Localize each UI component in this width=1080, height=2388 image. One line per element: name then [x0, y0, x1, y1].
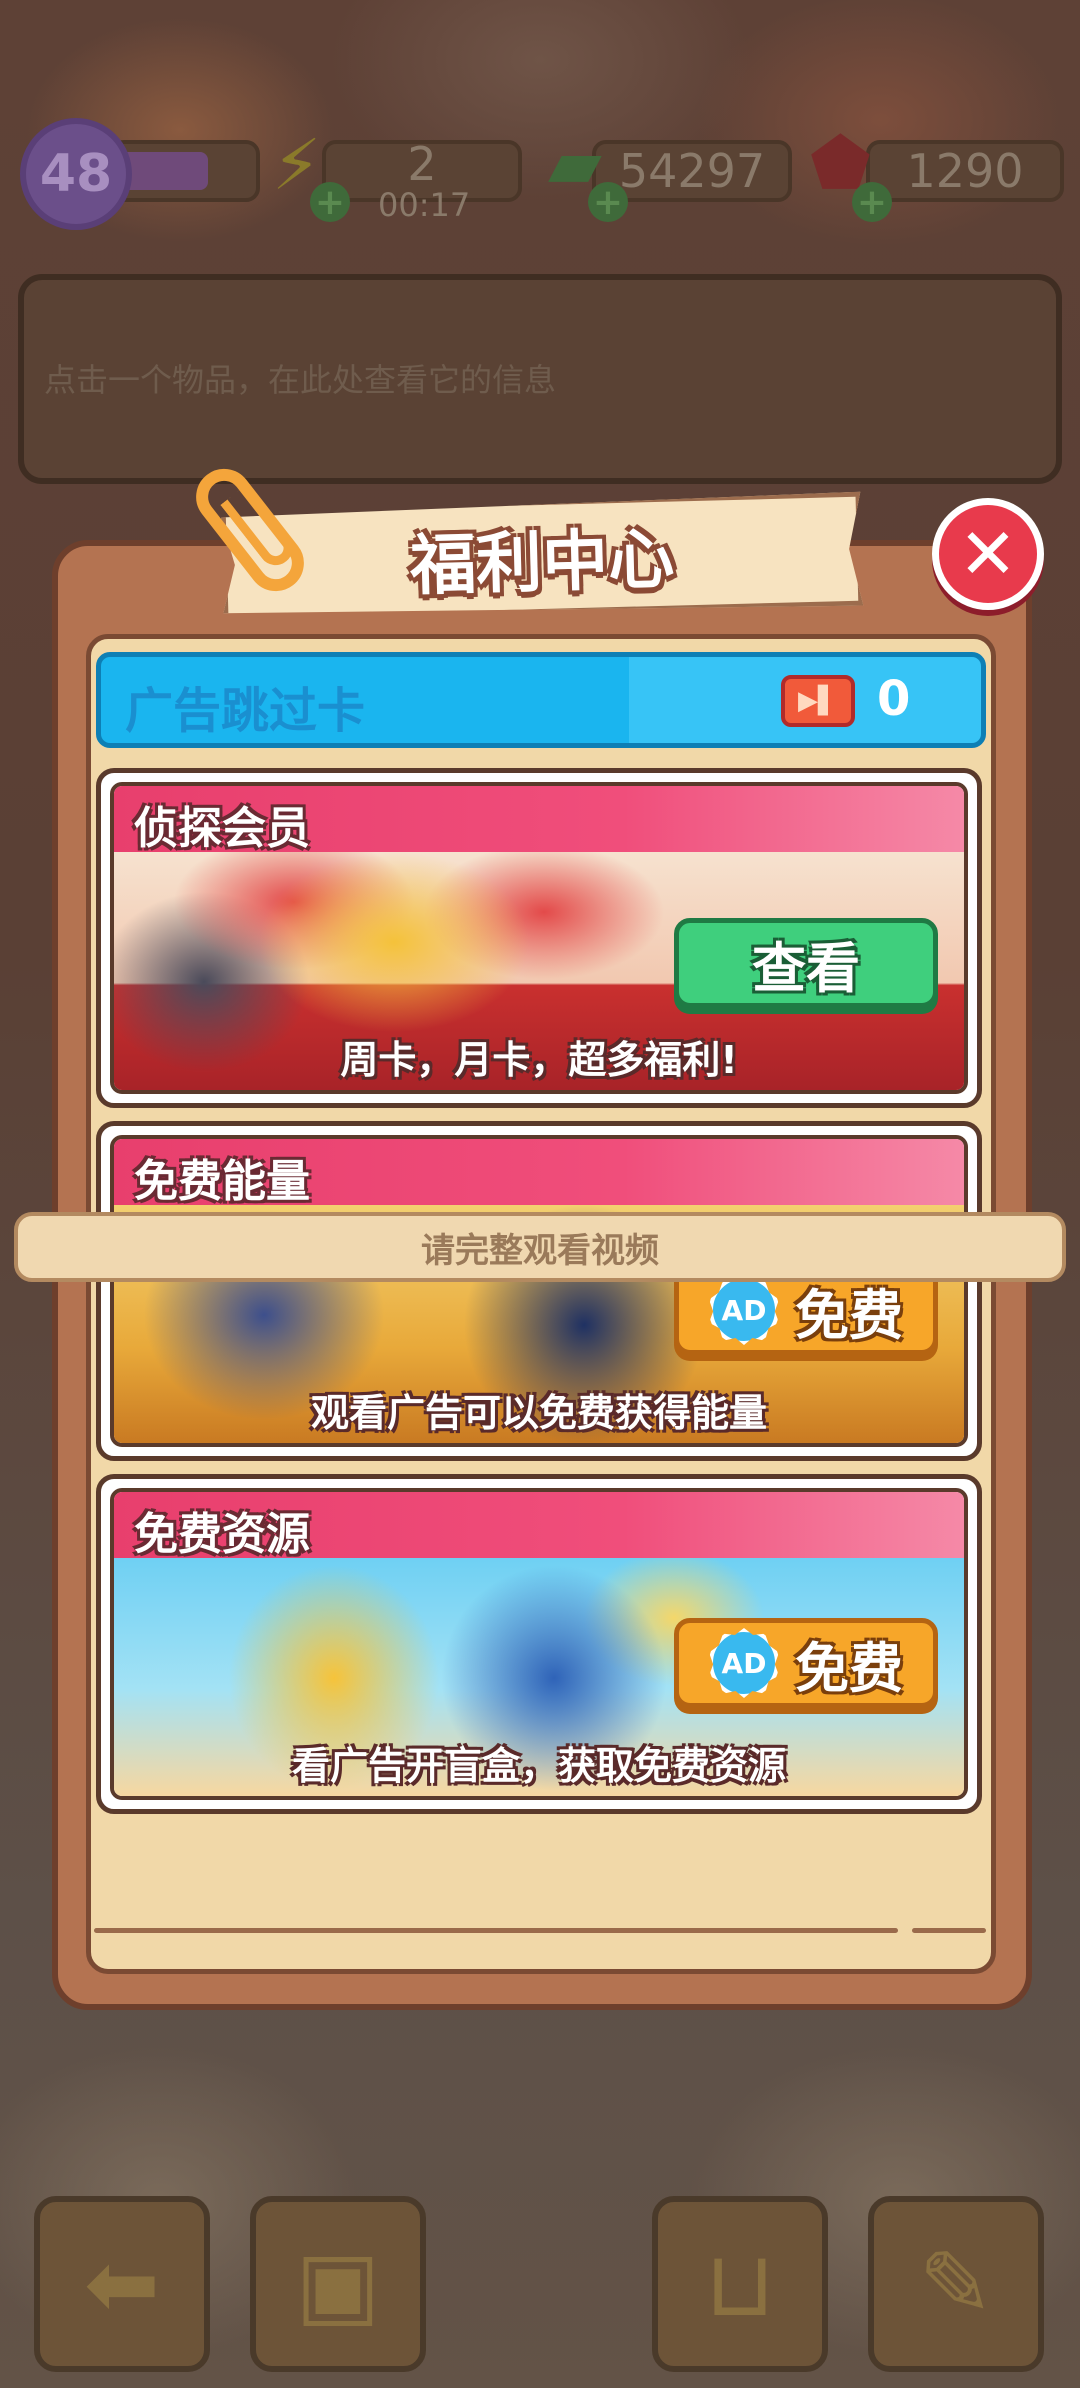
card-frame: 免费资源 看广告开盲盒，获取免费资源 AD 免费 — [110, 1488, 968, 1800]
free-button-label: 免费 — [795, 1283, 903, 1347]
card-description: 看广告开盲盒，获取免费资源 — [291, 1744, 786, 1788]
ad-skip-card-count: 0 — [877, 671, 911, 727]
card-title: 侦探会员 — [134, 803, 310, 854]
card-free-resources[interactable]: 免费资源 看广告开盲盒，获取免费资源 AD 免费 — [96, 1474, 982, 1814]
back-button[interactable]: ⬅ — [34, 2196, 210, 2372]
view-button[interactable]: 查看 — [674, 918, 938, 1008]
level-badge[interactable]: 48 — [20, 118, 132, 230]
back-arrow-icon: ⬅ — [84, 2231, 160, 2337]
dialog-title: 福利中心 — [409, 520, 676, 605]
toast-message: 请完整观看视频 — [14, 1212, 1066, 1282]
item-info-panel: 点击一个物品，在此处查看它的信息 — [18, 274, 1062, 484]
gem-value: 1290 — [906, 144, 1024, 198]
ad-skip-card-bar: 广告跳过卡 ▶▌ 0 — [96, 652, 986, 748]
add-gem-plus-icon[interactable]: + — [852, 182, 892, 223]
xp-fill — [120, 152, 208, 190]
shop-button[interactable]: ⊔ — [652, 2196, 828, 2372]
ad-skip-card-label: 广告跳过卡 — [125, 683, 366, 739]
backpack-button[interactable]: ▣ — [250, 2196, 426, 2372]
divider-line — [912, 1928, 986, 1933]
backpack-icon: ▣ — [295, 2231, 381, 2337]
energy-timer: 00:17 — [378, 186, 471, 224]
close-button[interactable]: ✕ — [932, 498, 1044, 610]
item-info-hint: 点击一个物品，在此处查看它的信息 — [44, 361, 557, 399]
free-resources-button[interactable]: AD 免费 — [674, 1618, 938, 1708]
tasks-button[interactable]: ✎ — [868, 2196, 1044, 2372]
ad-badge-icon: AD — [709, 1275, 779, 1345]
add-energy-plus-icon[interactable]: + — [310, 182, 350, 223]
view-button-label: 查看 — [752, 936, 860, 1000]
clipboard-icon: ✎ — [918, 2231, 994, 2337]
energy-value: 2 — [407, 137, 437, 191]
card-detective-membership[interactable]: 侦探会员 周卡，月卡，超多福利! 查看 — [96, 768, 982, 1108]
shop-basket-icon: ⊔ — [704, 2231, 776, 2337]
toast-text: 请完整观看视频 — [421, 1230, 659, 1271]
ad-badge-icon: AD — [709, 1628, 779, 1698]
level-value: 48 — [39, 144, 113, 204]
card-free-energy[interactable]: 免费能量 观看广告可以免费获得能量 AD 免费 — [96, 1121, 982, 1461]
divider-line — [94, 1928, 898, 1933]
add-cash-plus-icon[interactable]: + — [588, 182, 628, 223]
ticket-icon: ▶▌ — [781, 675, 855, 727]
card-frame: 免费能量 观看广告可以免费获得能量 AD 免费 — [110, 1135, 968, 1447]
cash-value: 54297 — [618, 144, 766, 198]
card-description: 周卡，月卡，超多福利! — [340, 1038, 738, 1082]
card-frame: 侦探会员 周卡，月卡，超多福利! 查看 — [110, 782, 968, 1094]
close-icon: ✕ — [958, 513, 1018, 595]
card-title: 免费能量 — [134, 1156, 310, 1207]
xp-progress-bar — [110, 140, 260, 202]
free-button-label: 免费 — [795, 1636, 903, 1700]
card-title: 免费资源 — [134, 1509, 310, 1560]
card-description: 观看广告可以免费获得能量 — [310, 1391, 767, 1435]
gem-counter[interactable]: 1290 — [866, 140, 1064, 202]
